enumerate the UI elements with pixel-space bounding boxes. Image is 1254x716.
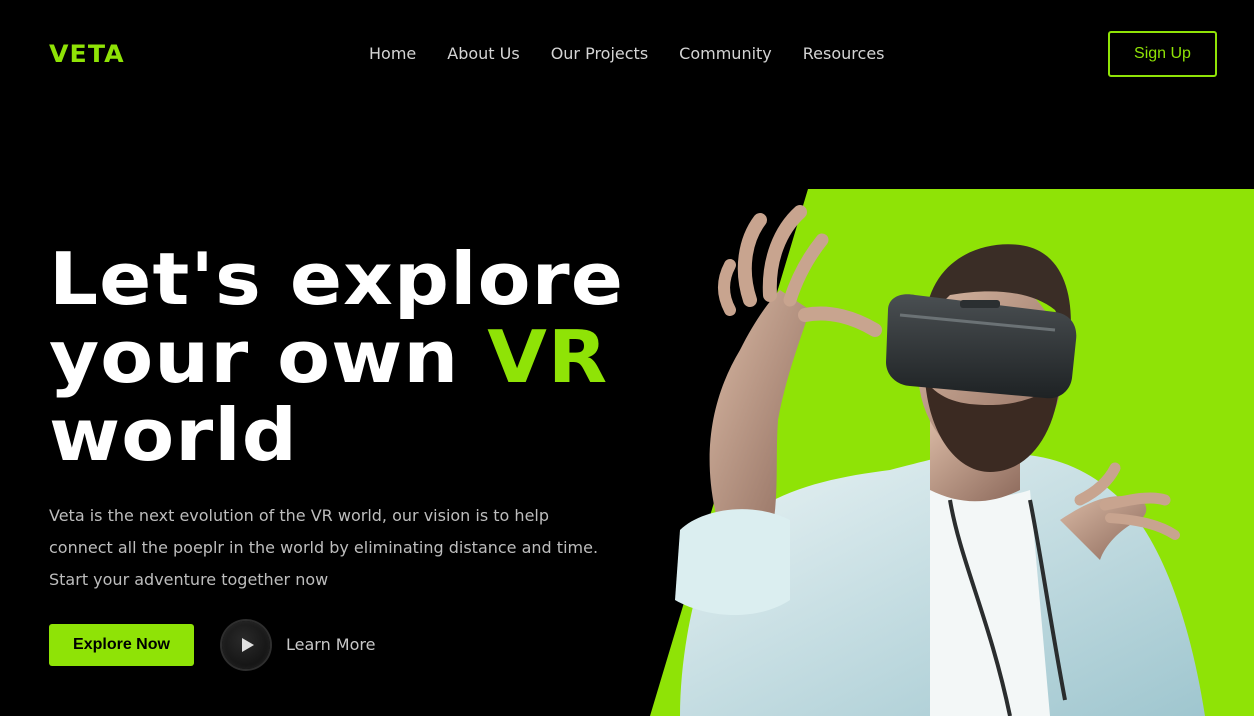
play-icon [242, 638, 254, 652]
hero-vr-user-image [675, 205, 1205, 716]
headline-line-2: your own VR [49, 318, 624, 396]
hero-headline: Let's explore your own VR world [49, 240, 624, 474]
headline-line-2-text: your own [49, 315, 488, 399]
explore-now-button[interactable]: Explore Now [49, 624, 194, 666]
hero-description-line-2: connect all the poeplr in the world by e… [49, 538, 599, 557]
hero-description-line-1: Veta is the next evolution of the VR wor… [49, 506, 550, 525]
nav-home[interactable]: Home [369, 43, 416, 65]
hero-description: Veta is the next evolution of the VR wor… [49, 500, 629, 596]
nav-our-projects[interactable]: Our Projects [551, 43, 648, 65]
brand-logo[interactable]: VETA [49, 40, 125, 68]
nav-resources[interactable]: Resources [803, 43, 885, 65]
headline-line-3: world [49, 393, 299, 477]
hero-description-line-3: Start your adventure together now [49, 570, 329, 589]
nav-community[interactable]: Community [679, 43, 772, 65]
play-video-button[interactable] [222, 621, 270, 669]
sign-up-button[interactable]: Sign Up [1108, 31, 1217, 77]
headline-line-1: Let's explore [49, 237, 625, 321]
learn-more-link[interactable]: Learn More [286, 634, 375, 656]
headline-accent-vr: VR [487, 315, 609, 399]
nav-about-us[interactable]: About Us [447, 43, 519, 65]
main-nav: Home About Us Our Projects Community Res… [369, 43, 885, 65]
